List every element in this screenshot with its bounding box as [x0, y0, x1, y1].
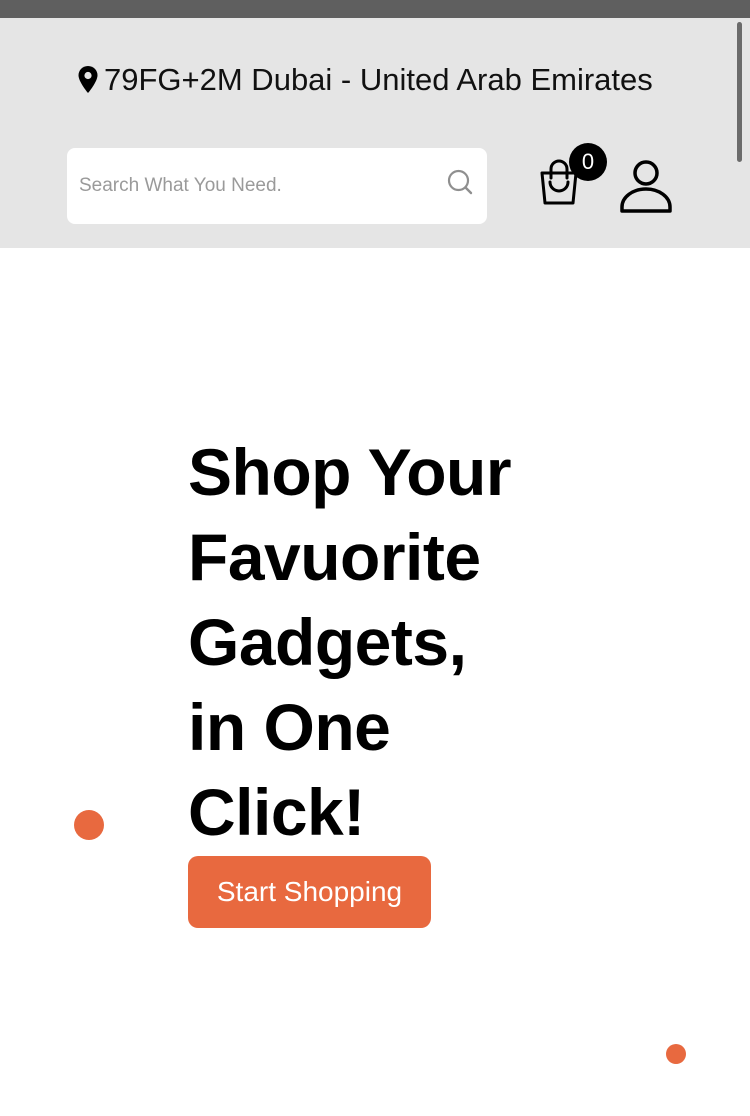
user-icon[interactable] — [619, 158, 673, 214]
search-box[interactable] — [67, 148, 487, 224]
search-input[interactable] — [79, 148, 429, 224]
hero-title-line: Favuorite — [188, 520, 481, 594]
hero-title: Shop Your Favuorite Gadgets, in One Clic… — [188, 430, 548, 855]
delivery-location[interactable]: 79FG+2M Dubai - United Arab Emirates — [76, 60, 653, 100]
hero-title-line: Shop Your — [188, 435, 512, 509]
map-pin-icon — [78, 66, 98, 94]
cart-count-badge: 0 — [569, 143, 607, 181]
hero-title-line: in One — [188, 690, 391, 764]
scrollbar[interactable] — [737, 22, 742, 162]
hero-title-line: Click! — [188, 775, 365, 849]
location-text: 79FG+2M Dubai - United Arab Emirates — [104, 62, 653, 97]
decorative-dot — [666, 1044, 686, 1064]
start-shopping-button[interactable]: Start Shopping — [188, 856, 431, 928]
search-icon[interactable] — [446, 168, 474, 196]
status-bar-strip — [0, 0, 750, 18]
decorative-dot — [74, 810, 104, 840]
hero-title-line: Gadgets, — [188, 605, 467, 679]
